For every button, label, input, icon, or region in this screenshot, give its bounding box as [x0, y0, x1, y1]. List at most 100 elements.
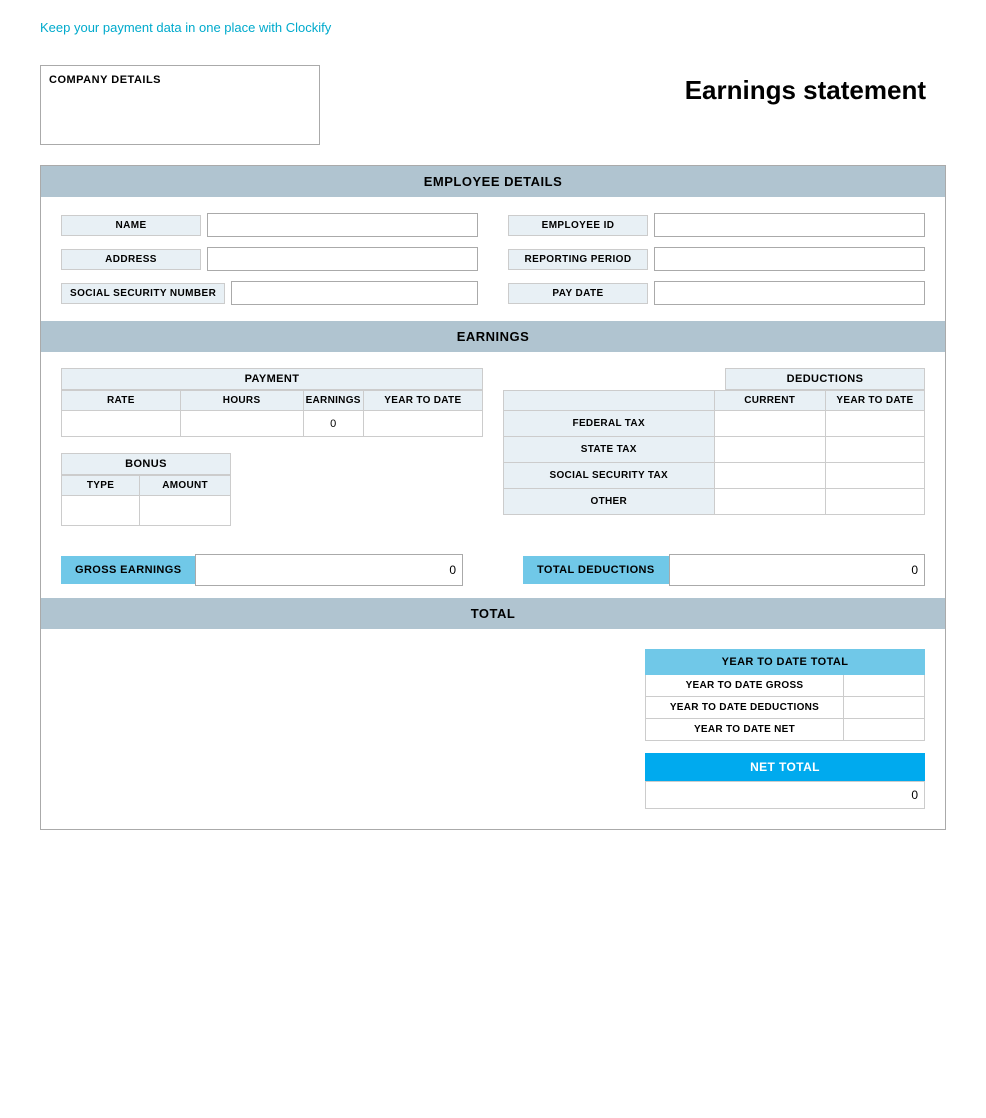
page-title: Earnings statement: [685, 65, 946, 106]
pay-date-input[interactable]: [654, 281, 925, 305]
other-row: OTHER: [504, 489, 925, 515]
employee-id-input[interactable]: [654, 213, 925, 237]
other-ytd-input[interactable]: [828, 494, 922, 509]
employee-id-label: EMPLOYEE ID: [508, 215, 648, 236]
bonus-type-header: TYPE: [62, 476, 140, 496]
other-current-input[interactable]: [717, 494, 823, 509]
federal-tax-label: FEDERAL TAX: [504, 411, 715, 437]
earnings-header: EARNINGS: [41, 321, 945, 352]
ytd-gross-row: YEAR TO DATE GROSS: [645, 675, 925, 697]
header-section: COMPANY DETAILS Earnings statement: [40, 65, 946, 145]
payment-hours-header: HOURS: [180, 391, 303, 411]
clockify-link[interactable]: Keep your payment data in one place with…: [40, 20, 331, 35]
employee-id-field-row: EMPLOYEE ID: [508, 213, 925, 237]
state-tax-ytd-input[interactable]: [828, 442, 922, 457]
payment-side: PAYMENT RATE HOURS EARNINGS YEAR TO DATE: [61, 368, 483, 526]
ytd-net-row: YEAR TO DATE NET: [645, 719, 925, 741]
federal-tax-ytd-input[interactable]: [828, 416, 922, 431]
employee-right-fields: EMPLOYEE ID REPORTING PERIOD PAY DATE: [508, 213, 925, 305]
total-section-header: TOTAL: [41, 598, 945, 629]
ytd-deductions-value: [844, 697, 924, 718]
ytd-deductions-label: YEAR TO DATE DEDUCTIONS: [646, 697, 844, 718]
name-input[interactable]: [207, 213, 478, 237]
ytd-gross-value: [844, 675, 924, 696]
federal-tax-row: FEDERAL TAX: [504, 411, 925, 437]
company-details-label: COMPANY DETAILS: [49, 74, 161, 86]
bonus-row: [62, 496, 231, 526]
name-field-row: NAME: [61, 213, 478, 237]
ytd-container: YEAR TO DATE TOTAL YEAR TO DATE GROSS YE…: [61, 649, 925, 809]
payment-ytd-header: YEAR TO DATE: [363, 391, 482, 411]
pay-date-label: PAY DATE: [508, 283, 648, 304]
bonus-amount-header: AMOUNT: [140, 476, 231, 496]
ssn-field-row: SOCIAL SECURITY NUMBER: [61, 281, 478, 305]
ytd-gross-label: YEAR TO DATE GROSS: [646, 675, 844, 696]
payment-row: 0: [62, 411, 483, 437]
deductions-table: CURRENT YEAR TO DATE FEDERAL TAX: [503, 390, 925, 515]
ssn-input[interactable]: [231, 281, 478, 305]
pay-date-field-row: PAY DATE: [508, 281, 925, 305]
net-total-header: NET TOTAL: [645, 753, 925, 781]
payment-rate-input[interactable]: [64, 416, 178, 431]
gross-earnings-label: GROSS EARNINGS: [61, 556, 195, 584]
address-field-row: ADDRESS: [61, 247, 478, 271]
total-deductions-value: 0: [669, 554, 925, 586]
payment-hours-input[interactable]: [183, 416, 301, 431]
federal-tax-current-input[interactable]: [717, 416, 823, 431]
total-section-body: YEAR TO DATE TOTAL YEAR TO DATE GROSS YE…: [41, 629, 945, 829]
name-label: NAME: [61, 215, 201, 236]
address-input[interactable]: [207, 247, 478, 271]
ytd-net-label: YEAR TO DATE NET: [646, 719, 844, 740]
main-card: EMPLOYEE DETAILS NAME ADDRESS SOCIAL SEC…: [40, 165, 946, 830]
ytd-deductions-row: YEAR TO DATE DEDUCTIONS: [645, 697, 925, 719]
totals-row: GROSS EARNINGS 0 TOTAL DEDUCTIONS 0: [41, 542, 945, 598]
employee-grid: NAME ADDRESS SOCIAL SECURITY NUMBER: [61, 213, 925, 305]
state-tax-current-input[interactable]: [717, 442, 823, 457]
gross-earnings-value: 0: [195, 554, 463, 586]
page: Keep your payment data in one place with…: [0, 0, 986, 860]
payment-earnings-header: EARNINGS: [303, 391, 363, 411]
gross-earnings-item: GROSS EARNINGS 0: [61, 554, 463, 586]
deductions-ytd-header: YEAR TO DATE: [825, 391, 924, 411]
payment-section: PAYMENT RATE HOURS EARNINGS YEAR TO DATE: [61, 368, 483, 437]
bonus-label: BONUS: [61, 453, 231, 475]
reporting-period-label: REPORTING PERIOD: [508, 249, 648, 270]
deductions-tax-header: [504, 391, 715, 411]
social-security-ytd-input[interactable]: [828, 468, 922, 483]
employee-details-body: NAME ADDRESS SOCIAL SECURITY NUMBER: [41, 197, 945, 321]
bonus-amount-input[interactable]: [142, 503, 228, 518]
earnings-body: PAYMENT RATE HOURS EARNINGS YEAR TO DATE: [41, 352, 945, 542]
top-link-container: Keep your payment data in one place with…: [40, 20, 946, 35]
address-label: ADDRESS: [61, 249, 201, 270]
payment-earnings-value: 0: [303, 411, 363, 437]
ytd-header: YEAR TO DATE TOTAL: [645, 649, 925, 675]
total-deductions-item: TOTAL DEDUCTIONS 0: [523, 554, 925, 586]
deductions-side: DEDUCTIONS CURRENT YEAR TO DATE: [503, 368, 925, 526]
total-deductions-label: TOTAL DEDUCTIONS: [523, 556, 669, 584]
bonus-section: BONUS TYPE AMOUNT: [61, 453, 483, 526]
payment-label: PAYMENT: [61, 368, 483, 390]
employee-left-fields: NAME ADDRESS SOCIAL SECURITY NUMBER: [61, 213, 478, 305]
bonus-type-input[interactable]: [64, 503, 137, 518]
payment-table: RATE HOURS EARNINGS YEAR TO DATE 0: [61, 390, 483, 437]
deductions-current-header: CURRENT: [714, 391, 825, 411]
net-total-value: 0: [645, 781, 925, 809]
social-security-row: SOCIAL SECURITY TAX: [504, 463, 925, 489]
reporting-period-field-row: REPORTING PERIOD: [508, 247, 925, 271]
social-security-label: SOCIAL SECURITY TAX: [504, 463, 715, 489]
state-tax-row: STATE TAX: [504, 437, 925, 463]
deductions-label: DEDUCTIONS: [725, 368, 925, 390]
other-label: OTHER: [504, 489, 715, 515]
ytd-table-wrapper: YEAR TO DATE TOTAL YEAR TO DATE GROSS YE…: [645, 649, 925, 809]
social-security-current-input[interactable]: [717, 468, 823, 483]
employee-details-header: EMPLOYEE DETAILS: [41, 166, 945, 197]
payment-rate-header: RATE: [62, 391, 181, 411]
state-tax-label: STATE TAX: [504, 437, 715, 463]
bonus-table: TYPE AMOUNT: [61, 475, 231, 526]
payment-ytd-input[interactable]: [366, 416, 480, 431]
ytd-net-value: [844, 719, 924, 740]
reporting-period-input[interactable]: [654, 247, 925, 271]
deductions-section: DEDUCTIONS CURRENT YEAR TO DATE: [503, 368, 925, 515]
company-details-box: COMPANY DETAILS: [40, 65, 320, 145]
ssn-label: SOCIAL SECURITY NUMBER: [61, 283, 225, 304]
